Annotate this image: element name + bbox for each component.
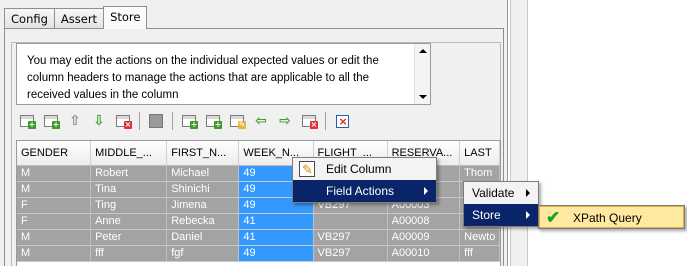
table-row[interactable]: F Anne Rebecka 41 A00008	[17, 213, 500, 230]
table-cell[interactable]: Jimena	[166, 197, 240, 214]
toolbar-separator	[172, 112, 173, 130]
submenu-arrow-icon	[424, 187, 428, 195]
tab-content: ` ' ' You may edit the actions on the in…	[4, 28, 504, 266]
delete-row-icon[interactable]: ×	[115, 113, 132, 129]
disabled-icon	[148, 113, 164, 129]
table-cell[interactable]: M	[17, 181, 92, 198]
table-cell[interactable]: Shinichi	[166, 181, 240, 198]
table-cell[interactable]: 41	[238, 213, 314, 230]
move-down-icon[interactable]: ⇩	[91, 113, 107, 129]
field-actions-submenu: Validate Store	[463, 181, 539, 227]
table-cell[interactable]: A00009	[387, 229, 461, 246]
toolbar-separator	[325, 112, 326, 130]
table-cell[interactable]: Anne	[90, 213, 168, 230]
edit-column-icon[interactable]: ✎	[229, 113, 246, 129]
move-left-icon[interactable]: ⇦	[253, 113, 269, 129]
add-column-icon[interactable]: +	[181, 113, 198, 129]
menu-item-label: XPath Query	[573, 211, 642, 225]
edit-column-icon	[299, 159, 315, 181]
store-submenu: ✔ XPath Query	[538, 205, 685, 229]
table-cell[interactable]: VB297	[313, 245, 388, 262]
table-cell[interactable]: A00008	[387, 213, 461, 230]
table-cell[interactable]: fff	[459, 245, 500, 262]
menu-item-label: Store	[472, 208, 501, 222]
table-cell[interactable]: VB297	[313, 229, 388, 246]
description-text: You may edit the actions on the individu…	[27, 55, 379, 101]
table-cell[interactable]: F	[17, 213, 92, 230]
menu-item-label: Edit Column	[326, 162, 392, 176]
menu-item-edit-column[interactable]: Edit Column	[293, 158, 436, 181]
scroll-down-icon[interactable]	[419, 95, 427, 99]
store-panel: Config Assert Store ` ' ' You may edit t…	[0, 0, 508, 266]
menu-item-store[interactable]: Store	[464, 204, 538, 226]
move-up-icon[interactable]: ⇧	[67, 113, 83, 129]
table-cell[interactable]: 41	[238, 229, 314, 246]
add-row-icon[interactable]: +	[19, 113, 36, 129]
toolbar: + + ⇧ ⇩ × + + ✎ ⇦ ⇨ ×	[19, 111, 358, 131]
table-cell[interactable]: M	[17, 245, 92, 262]
column-header-gender[interactable]: GENDER	[17, 141, 92, 166]
table-cell[interactable]	[313, 213, 388, 230]
toolbar-separator	[139, 112, 140, 130]
description-scrollbar[interactable]	[414, 44, 430, 104]
table-row[interactable]: M Peter Daniel 41 VB297 A00009 Newto	[17, 229, 500, 246]
table-cell[interactable]: 49	[238, 245, 314, 262]
table-cell[interactable]: A00010	[387, 245, 461, 262]
table-row[interactable]: M fff fgf 49 VB297 A00010 fff	[17, 245, 500, 262]
menu-item-label: Validate	[472, 186, 515, 200]
column-header-middle-name[interactable]: MIDDLE_...	[90, 141, 168, 166]
add-row-after-icon[interactable]: +	[43, 113, 60, 129]
table-cell[interactable]: Newto	[459, 229, 500, 246]
clear-icon[interactable]	[334, 113, 350, 130]
menu-item-label: Field Actions	[326, 184, 395, 198]
check-icon: ✔	[546, 208, 561, 227]
table-cell[interactable]: fff	[90, 245, 168, 262]
column-header-first-name[interactable]: FIRST_N...	[166, 141, 240, 166]
table-cell[interactable]: Michael	[166, 165, 240, 182]
scroll-up-icon[interactable]	[419, 49, 427, 53]
menu-item-field-actions[interactable]: Field Actions	[293, 180, 436, 202]
table-cell[interactable]: M	[17, 165, 92, 182]
menu-item-validate[interactable]: Validate	[464, 182, 538, 204]
tab-store[interactable]: Store	[103, 6, 148, 29]
table-cell[interactable]: Rebecka	[166, 213, 240, 230]
table-cell[interactable]: F	[17, 197, 92, 214]
column-header-last[interactable]: LAST	[459, 141, 500, 166]
tab-config[interactable]: Config	[4, 8, 55, 28]
description-box: ` ' ' You may edit the actions on the in…	[16, 43, 431, 105]
table-cell[interactable]: Ting	[90, 197, 168, 214]
add-column-after-icon[interactable]: +	[205, 113, 222, 129]
context-menu: Edit Column Field Actions	[292, 157, 437, 203]
delete-column-icon[interactable]: ×	[301, 113, 318, 129]
description-cut-line: ` ' '	[27, 44, 46, 51]
submenu-arrow-icon	[526, 189, 530, 197]
menu-item-xpath-query[interactable]: ✔ XPath Query	[539, 206, 684, 228]
table-cell[interactable]: M	[17, 229, 92, 246]
tab-bar: Config Assert Store	[4, 6, 148, 29]
submenu-arrow-icon	[526, 211, 530, 219]
table-cell[interactable]: Peter	[90, 229, 168, 246]
tab-assert[interactable]: Assert	[53, 8, 105, 28]
table-cell[interactable]: Robert	[90, 165, 168, 182]
table-cell[interactable]: Thom	[459, 165, 500, 182]
table-cell[interactable]: fgf	[166, 245, 240, 262]
table-cell[interactable]: Daniel	[166, 229, 240, 246]
move-right-icon[interactable]: ⇨	[277, 113, 293, 129]
table-cell[interactable]: Tina	[90, 181, 168, 198]
